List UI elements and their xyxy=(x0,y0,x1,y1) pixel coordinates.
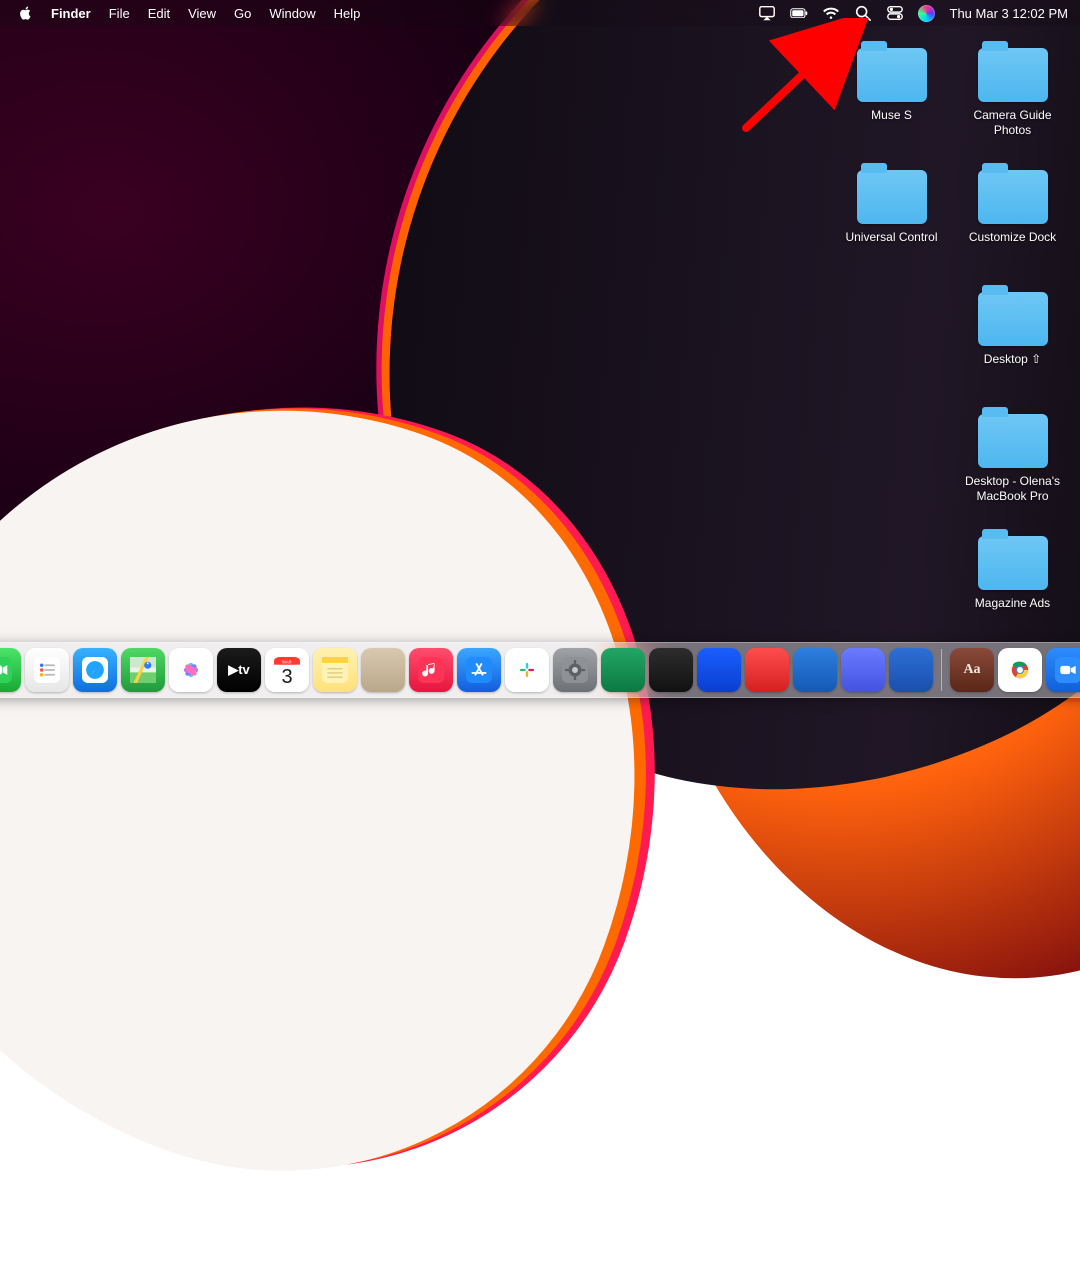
folder-label: Magazine Ads xyxy=(975,596,1050,611)
dock-separator xyxy=(941,649,942,691)
dock-app-photos[interactable] xyxy=(169,648,213,692)
dock: ▶tvMAR3 Aa xyxy=(0,642,1080,698)
dock-app-safari[interactable] xyxy=(73,648,117,692)
dock-app-1password[interactable] xyxy=(697,648,741,692)
dock-app-slack[interactable] xyxy=(505,648,549,692)
dock-app-contacts[interactable] xyxy=(361,648,405,692)
folder-icon xyxy=(978,292,1048,346)
desktop-folder[interactable]: Magazine Ads xyxy=(953,532,1072,650)
app-menu[interactable]: Finder xyxy=(42,6,100,21)
dock-app-activity[interactable] xyxy=(649,648,693,692)
desktop-folder[interactable]: Muse S xyxy=(832,44,951,162)
folder-icon xyxy=(857,48,927,102)
desktop-folder[interactable]: Customize Dock xyxy=(953,166,1072,284)
dock-app-music[interactable] xyxy=(409,648,453,692)
dock-app-todoist[interactable] xyxy=(745,648,789,692)
menubar: Finder File Edit View Go Window Help Thu… xyxy=(0,0,1080,26)
folder-icon xyxy=(857,170,927,224)
menubar-right: Thu Mar 3 12:02 PM xyxy=(758,4,1069,22)
menubar-clock[interactable]: Thu Mar 3 12:02 PM xyxy=(950,6,1069,21)
menu-go[interactable]: Go xyxy=(225,6,260,21)
siri-icon[interactable] xyxy=(918,4,936,22)
desktop-folder[interactable]: Desktop ⇧ xyxy=(953,288,1072,406)
dock-app-dictionary[interactable]: Aa xyxy=(950,648,994,692)
dock-app-notes[interactable] xyxy=(313,648,357,692)
dock-app-zoom[interactable] xyxy=(1046,648,1080,692)
folder-icon xyxy=(978,536,1048,590)
apple-logo-icon xyxy=(19,6,33,20)
folder-label: Desktop - Olena's MacBook Pro xyxy=(954,474,1072,504)
dock-app-appstore[interactable] xyxy=(457,648,501,692)
apple-menu[interactable] xyxy=(10,6,42,20)
folder-label: Muse S xyxy=(871,108,912,123)
desktop-folder[interactable]: Camera Guide Photos xyxy=(953,44,1072,162)
dock-app-appletv[interactable]: ▶tv xyxy=(217,648,261,692)
folder-icon xyxy=(978,48,1048,102)
siri-orb xyxy=(918,5,935,22)
dock-app-discord[interactable] xyxy=(841,648,885,692)
dock-app-calendar[interactable]: MAR3 xyxy=(265,648,309,692)
dock-app-facetime[interactable] xyxy=(0,648,21,692)
folder-icon xyxy=(978,170,1048,224)
folder-icon xyxy=(978,414,1048,468)
folder-label: Universal Control xyxy=(845,230,937,245)
screen-mirroring-icon[interactable] xyxy=(758,4,776,22)
dock-app-outlook[interactable] xyxy=(793,648,837,692)
dock-app-word[interactable] xyxy=(889,648,933,692)
folder-label: Camera Guide Photos xyxy=(954,108,1072,138)
wifi-icon[interactable] xyxy=(822,4,840,22)
spotlight-icon[interactable] xyxy=(854,4,872,22)
dock-app-reminders[interactable] xyxy=(25,648,69,692)
menu-help[interactable]: Help xyxy=(325,6,370,21)
svg-text:MAR: MAR xyxy=(282,660,291,665)
folder-label: Customize Dock xyxy=(969,230,1056,245)
desktop-folder[interactable]: Desktop - Olena's MacBook Pro xyxy=(953,410,1072,528)
dock-container: ▶tvMAR3 Aa xyxy=(0,642,1080,698)
dock-app-maps[interactable] xyxy=(121,648,165,692)
battery-icon[interactable] xyxy=(790,4,808,22)
menu-edit[interactable]: Edit xyxy=(139,6,179,21)
menu-file[interactable]: File xyxy=(100,6,139,21)
menu-window[interactable]: Window xyxy=(260,6,324,21)
menubar-left: Finder File Edit View Go Window Help xyxy=(10,6,369,21)
desktop-icons: Muse S Camera Guide Photos Universal Con… xyxy=(832,44,1072,638)
menu-view[interactable]: View xyxy=(179,6,225,21)
folder-label: Desktop ⇧ xyxy=(984,352,1041,367)
dock-app-excel[interactable] xyxy=(601,648,645,692)
desktop-folder[interactable]: Universal Control xyxy=(832,166,951,284)
dock-app-chrome[interactable] xyxy=(998,648,1042,692)
dock-app-preferences[interactable] xyxy=(553,648,597,692)
control-center-icon[interactable] xyxy=(886,4,904,22)
